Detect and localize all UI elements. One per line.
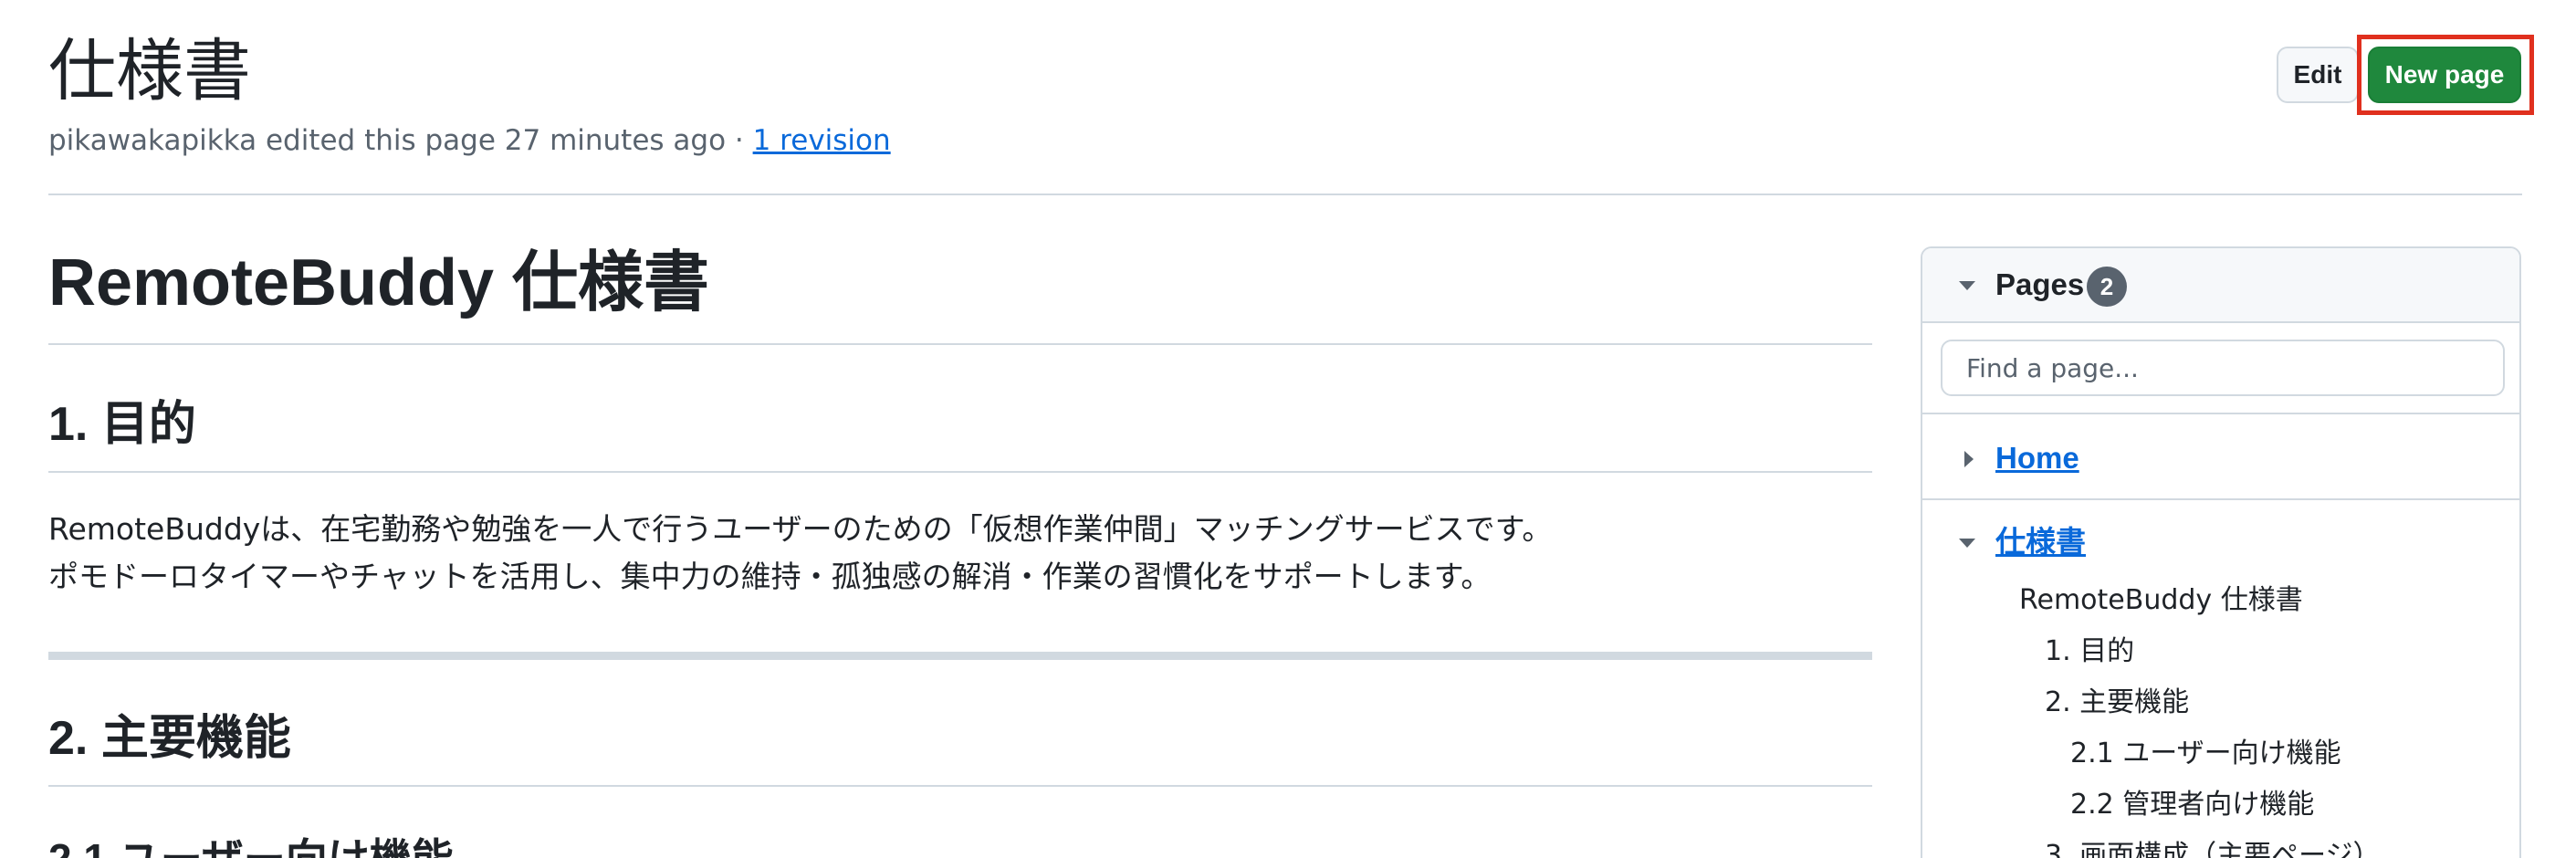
edit-button[interactable]: Edit xyxy=(2277,47,2359,103)
pages-title: Pages xyxy=(1995,267,2085,301)
horizontal-rule xyxy=(48,652,1872,660)
toc-link[interactable]: 2. 主要機能 xyxy=(2045,685,2189,721)
sidebar-item-home[interactable]: Home xyxy=(1922,416,2519,500)
toc-link[interactable]: 3. 画面構成（主要ページ） xyxy=(2045,838,2381,858)
page-title: 仕様書 xyxy=(48,32,251,110)
page-search-input[interactable] xyxy=(1941,340,2505,396)
toc-link[interactable]: 1. 目的 xyxy=(2045,633,2134,670)
heading-divider xyxy=(48,343,1872,345)
pages-count-badge: 2 xyxy=(2087,267,2127,307)
paragraph-line: RemoteBuddyは、在宅勤務や勉強を一人で行うユーザーのための「仮想作業仲… xyxy=(48,511,1553,547)
toc-link[interactable]: 2.1 ユーザー向け機能 xyxy=(2070,736,2341,772)
edit-info: pikawakapikka edited this page 27 minute… xyxy=(48,124,753,157)
section-1-paragraph: RemoteBuddyは、在宅勤務や勉強を一人で行うユーザーのための「仮想作業仲… xyxy=(48,506,1552,601)
page-link-home[interactable]: Home xyxy=(1995,438,2079,478)
header-divider xyxy=(48,194,2522,195)
page-search-row xyxy=(1922,323,2519,414)
chevron-down-icon[interactable] xyxy=(1959,539,1975,548)
section-2-divider xyxy=(48,785,1872,787)
wiki-page: 仕様書 pikawakapikka edited this page 27 mi… xyxy=(0,0,2576,858)
new-page-button[interactable]: New page xyxy=(2368,47,2521,103)
paragraph-line: ポモドーロタイマーやチャットを活用し、集中力の維持・孤独感の解消・作業の習慣化を… xyxy=(48,559,1492,594)
section-2-1-heading: 2.1 ユーザー向け機能 xyxy=(48,827,454,858)
toc-link[interactable]: 2.2 管理者向け機能 xyxy=(2070,787,2314,823)
toc-link[interactable]: RemoteBuddy 仕様書 xyxy=(2019,582,2303,619)
pages-sidebar: Pages 2 Home 仕様書 RemoteBuddy 仕様書 1. 目的 2… xyxy=(1921,246,2521,858)
section-1-heading: 1. 目的 xyxy=(48,398,196,451)
revisions-link[interactable]: 1 revision xyxy=(753,124,891,157)
section-2-heading: 2. 主要機能 xyxy=(48,712,291,765)
page-link-spec[interactable]: 仕様書 xyxy=(1995,522,2086,562)
section-1-divider xyxy=(48,471,1872,473)
chevron-right-icon[interactable] xyxy=(1964,451,1974,467)
chevron-down-icon xyxy=(1959,281,1975,290)
page-meta: pikawakapikka edited this page 27 minute… xyxy=(48,122,891,159)
pages-header[interactable]: Pages 2 xyxy=(1922,248,2519,323)
content-heading: RemoteBuddy 仕様書 xyxy=(48,246,710,319)
